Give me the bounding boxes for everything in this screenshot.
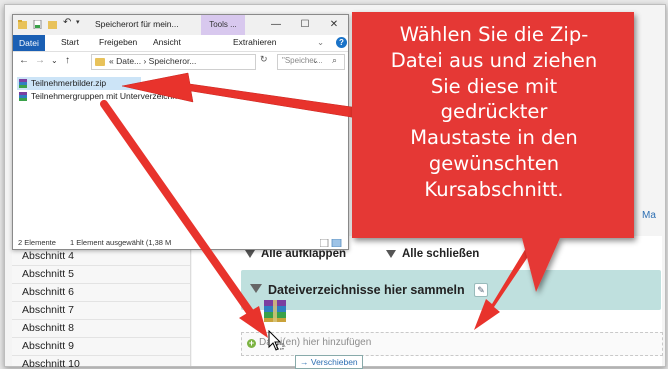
callout-line: Sie diese mit <box>430 74 558 98</box>
callout-line: gewünschten <box>428 151 560 175</box>
callout-line: Kursabschnitt. <box>424 177 564 201</box>
callout-line: Datei aus und ziehen <box>390 48 598 72</box>
callout-text: Wählen Sie die Zip- Datei aus und ziehen… <box>356 22 632 203</box>
callout-line: Maustaste in den <box>410 126 578 150</box>
callout-line: gedrückter <box>440 100 548 124</box>
callout-line: Wählen Sie die Zip- <box>399 23 589 46</box>
screenshot: Abschnitt 4 Abschnitt 5 Abschnitt 6 Absc… <box>0 0 668 369</box>
